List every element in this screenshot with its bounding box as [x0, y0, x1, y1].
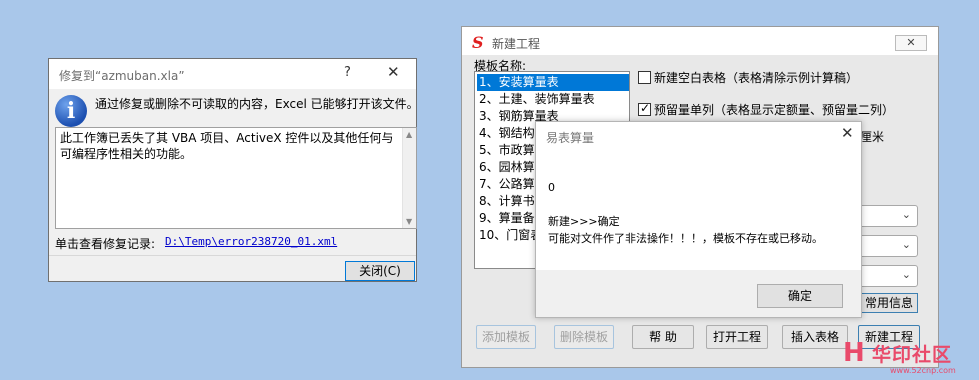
repair-message: 通过修复或删除不可读取的内容，Excel 已能够打开该文件。: [95, 97, 419, 111]
ok-button[interactable]: 确定: [757, 284, 843, 308]
vertical-scrollbar[interactable]: ▲ ▼: [402, 128, 416, 228]
repair-log-label: 单击查看修复记录:: [55, 237, 156, 251]
blank-table-label: 新建空白表格（表格清除示例计算稿）: [654, 71, 859, 85]
message-line: 可能对文件作了非法操作！！！，模板不存在或已移动。: [548, 232, 823, 245]
repair-details-text: 此工作簿已丢失了其 VBA 项目、ActiveX 控件以及其他任何与可编程序性相…: [60, 131, 394, 161]
template-item[interactable]: 2、土建、装饰算量表: [477, 91, 629, 108]
checkmark-icon: ✓: [640, 101, 651, 115]
message-box-title: 易表算量: [546, 131, 595, 145]
message-line: 新建>>>确定: [548, 215, 620, 228]
message-box-footer: 确定: [536, 270, 861, 317]
watermark-text: 华印社区: [872, 344, 953, 366]
unit-label: 厘米: [860, 130, 885, 144]
open-project-button[interactable]: 打开工程: [706, 325, 768, 349]
repair-details-textbox[interactable]: 此工作簿已丢失了其 VBA 项目、ActiveX 控件以及其他任何与可编程序性相…: [55, 127, 417, 229]
watermark-logo-icon: H: [843, 338, 865, 368]
add-template-button[interactable]: 添加模板: [476, 325, 536, 349]
new-project-titlebar: S 新建工程 ✕: [462, 27, 938, 55]
repair-dialog-title: 修复到“azmuban.xla”: [59, 69, 185, 83]
template-item[interactable]: 1、安装算量表: [477, 74, 629, 91]
chevron-down-icon: ⌄: [901, 268, 911, 281]
scroll-up-icon[interactable]: ▲: [406, 130, 412, 139]
repair-log-link[interactable]: D:\Temp\error238720_01.xml: [165, 235, 337, 248]
close-icon[interactable]: ✕: [387, 63, 400, 81]
repair-dialog: 修复到“azmuban.xla” ? ✕ i 通过修复或删除不可读取的内容，Ex…: [48, 58, 419, 282]
message-line: 0: [548, 181, 555, 194]
chevron-down-icon: ⌄: [901, 208, 911, 221]
info-icon: i: [55, 95, 87, 127]
blank-table-checkbox[interactable]: [638, 71, 651, 84]
app-logo-icon: S: [472, 33, 484, 52]
message-box: 易表算量 ✕ 0 新建>>>确定 可能对文件作了非法操作！！！，模板不存在或已移…: [535, 121, 862, 318]
scroll-down-icon[interactable]: ▼: [406, 217, 412, 226]
close-icon[interactable]: ✕: [895, 35, 927, 51]
close-icon[interactable]: ✕: [841, 124, 854, 142]
new-project-title: 新建工程: [492, 37, 541, 51]
help-button[interactable]: 帮 助: [632, 325, 694, 349]
reserve-column-label: 预留量单列（表格显示定额量、预留量二列）: [654, 103, 895, 117]
repair-dialog-titlebar: 修复到“azmuban.xla” ? ✕: [49, 59, 416, 89]
close-button[interactable]: 关闭(C): [345, 261, 415, 281]
insert-table-button[interactable]: 插入表格: [782, 325, 848, 349]
reserve-column-checkbox[interactable]: ✓: [638, 101, 651, 116]
divider: [49, 255, 416, 256]
common-info-button[interactable]: 常用信息: [856, 293, 918, 313]
chevron-down-icon: ⌄: [901, 238, 911, 251]
help-icon[interactable]: ?: [344, 65, 351, 80]
delete-template-button[interactable]: 删除模板: [554, 325, 614, 349]
watermark-url: www.52cnp.com: [890, 366, 956, 375]
